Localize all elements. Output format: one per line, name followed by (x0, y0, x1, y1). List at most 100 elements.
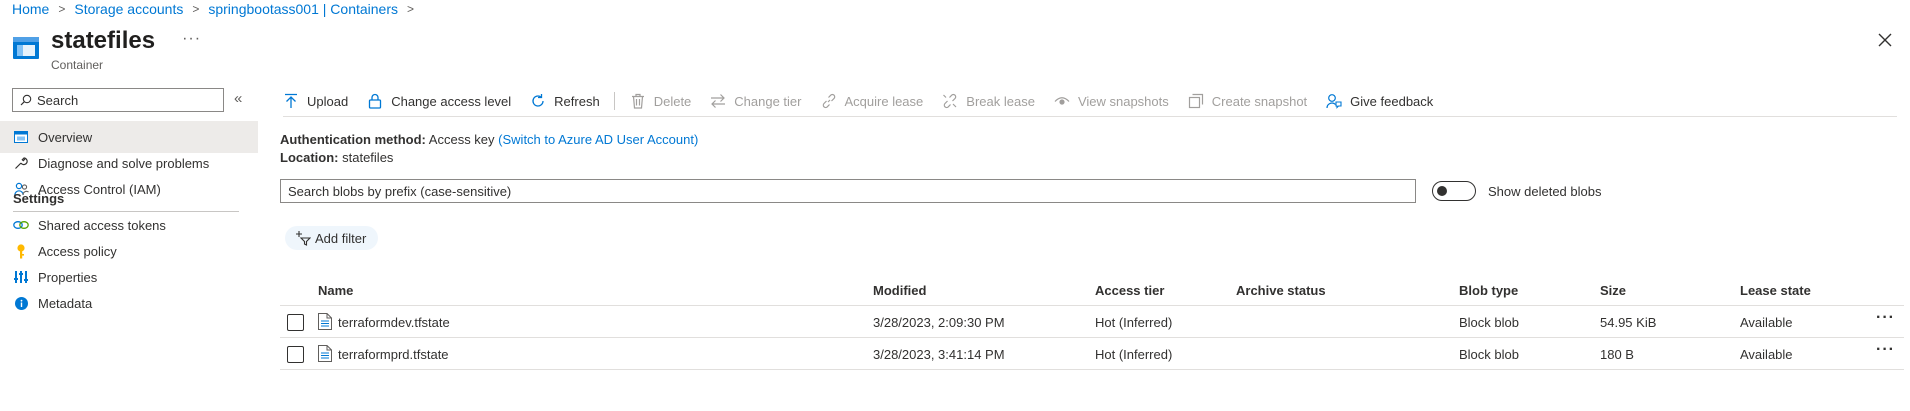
blob-modified: 3/28/2023, 2:09:30 PM (873, 315, 1005, 330)
location-value: statefiles (342, 150, 394, 165)
chevron-right-icon: > (407, 2, 415, 16)
feedback-icon (1326, 94, 1342, 109)
change-tier-label: Change tier (734, 93, 802, 109)
toggle-knob (1437, 186, 1447, 196)
file-icon (318, 313, 332, 330)
page-subtitle: Container (51, 58, 104, 72)
overview-icon (13, 129, 29, 145)
blob-type: Block blob (1459, 315, 1519, 330)
table-row[interactable]: terraformprd.tfstate 3/28/2023, 3:41:14 … (280, 338, 1904, 370)
blob-table: Name Modified Access tier Archive status… (280, 276, 1904, 370)
break-lease-label: Break lease (966, 93, 1035, 109)
row-more-options-button[interactable]: ··· (1876, 341, 1895, 359)
blob-name[interactable]: terraformprd.tfstate (338, 347, 449, 362)
link-icon (13, 217, 29, 233)
settings-section-header: Settings (13, 191, 65, 206)
properties-icon (13, 269, 29, 285)
swap-icon (711, 94, 726, 108)
sidebar-item-label: Overview (38, 129, 93, 145)
toolbar-divider (613, 92, 615, 110)
refresh-button[interactable]: Refresh (530, 88, 600, 114)
search-icon (20, 94, 32, 106)
view-snapshots-button[interactable]: View snapshots (1054, 88, 1169, 114)
sidebar-search[interactable] (12, 88, 224, 112)
toolbar: Upload Change access level Refresh Delet… (283, 88, 1897, 117)
blob-type: Block blob (1459, 347, 1519, 362)
break-lease-button[interactable]: Break lease (942, 88, 1035, 114)
upload-icon (285, 93, 297, 108)
container-icon (13, 37, 39, 59)
sidebar-item-label: Properties (38, 269, 98, 285)
refresh-icon (532, 94, 544, 107)
column-header-access-tier[interactable]: Access tier (1095, 283, 1164, 298)
change-access-level-button[interactable]: Change access level (367, 88, 511, 114)
file-icon (318, 345, 332, 362)
blob-lease-state: Available (1740, 315, 1793, 330)
upload-label: Upload (307, 93, 349, 109)
acquire-lease-button[interactable]: Acquire lease (821, 88, 924, 114)
breadcrumb-containers[interactable]: springbootass001 | Containers (208, 1, 398, 17)
chevron-right-icon: > (58, 2, 66, 16)
blob-name[interactable]: terraformdev.tfstate (338, 315, 450, 330)
row-more-options-button[interactable]: ··· (1876, 309, 1895, 327)
switch-auth-link[interactable]: (Switch to Azure AD User Account) (498, 132, 698, 147)
give-feedback-button[interactable]: Give feedback (1326, 88, 1433, 114)
add-filter-label: Add filter (315, 230, 367, 246)
column-header-name[interactable]: Name (318, 283, 353, 298)
give-feedback-label: Give feedback (1350, 93, 1434, 109)
blob-search-input[interactable] (280, 179, 1416, 203)
sidebar-item-label: Access policy (38, 243, 117, 259)
location-label: Location: (280, 150, 339, 165)
sidebar-item-label: Metadata (38, 295, 93, 311)
eye-icon (1054, 97, 1070, 105)
auth-method-line: Authentication method: Access key (Switc… (280, 132, 698, 147)
change-tier-button[interactable]: Change tier (710, 88, 802, 114)
delete-button[interactable]: Delete (630, 88, 692, 114)
collapse-sidebar-button[interactable]: « (234, 90, 242, 107)
blob-size: 180 B (1600, 347, 1634, 362)
view-snapshots-label: View snapshots (1077, 93, 1169, 109)
row-checkbox[interactable] (287, 314, 304, 331)
column-header-modified[interactable]: Modified (873, 283, 926, 298)
column-header-size[interactable]: Size (1600, 283, 1626, 298)
show-deleted-toggle[interactable] (1432, 181, 1476, 201)
filter-add-icon (296, 231, 311, 246)
delete-label: Delete (653, 93, 692, 109)
column-header-blob-type[interactable]: Blob type (1459, 283, 1518, 298)
info-icon (13, 295, 29, 311)
page-title: statefiles (51, 27, 156, 54)
trash-icon (631, 93, 644, 109)
sidebar-item-metadata[interactable]: Metadata (0, 287, 258, 319)
add-filter-button[interactable]: Add filter (285, 226, 379, 250)
key-icon (13, 243, 29, 259)
breadcrumb-storage-accounts[interactable]: Storage accounts (74, 1, 183, 17)
blob-access-tier: Hot (Inferred) (1095, 347, 1173, 362)
refresh-label: Refresh (554, 93, 600, 109)
show-deleted-label: Show deleted blobs (1488, 184, 1602, 199)
breadcrumb-home[interactable]: Home (12, 1, 49, 17)
auth-method-value: Access key (428, 132, 495, 147)
create-snapshot-label: Create snapshot (1211, 93, 1308, 109)
row-checkbox[interactable] (287, 346, 304, 363)
blob-lease-state: Available (1740, 347, 1793, 362)
sidebar-item-label: Shared access tokens (38, 217, 166, 233)
more-options-button[interactable]: ··· (182, 30, 201, 48)
blob-modified: 3/28/2023, 3:41:14 PM (873, 347, 1005, 362)
change-access-level-label: Change access level (391, 93, 512, 109)
broken-link-icon (943, 93, 957, 109)
snapshot-icon (1188, 93, 1203, 109)
sidebar-item-label: Diagnose and solve problems (38, 155, 210, 171)
table-row[interactable]: terraformdev.tfstate 3/28/2023, 2:09:30 … (280, 306, 1904, 338)
sidebar-search-input[interactable] (37, 92, 217, 108)
create-snapshot-button[interactable]: Create snapshot (1188, 88, 1307, 114)
upload-button[interactable]: Upload (283, 88, 348, 114)
table-header: Name Modified Access tier Archive status… (280, 276, 1904, 306)
close-icon[interactable] (1877, 32, 1893, 48)
acquire-lease-label: Acquire lease (844, 93, 924, 109)
page-header: statefiles Container ··· (13, 26, 201, 72)
column-header-lease-state[interactable]: Lease state (1740, 283, 1811, 298)
lock-icon (369, 93, 382, 109)
blob-size: 54.95 KiB (1600, 315, 1657, 330)
blob-access-tier: Hot (Inferred) (1095, 315, 1173, 330)
column-header-archive-status[interactable]: Archive status (1236, 283, 1326, 298)
